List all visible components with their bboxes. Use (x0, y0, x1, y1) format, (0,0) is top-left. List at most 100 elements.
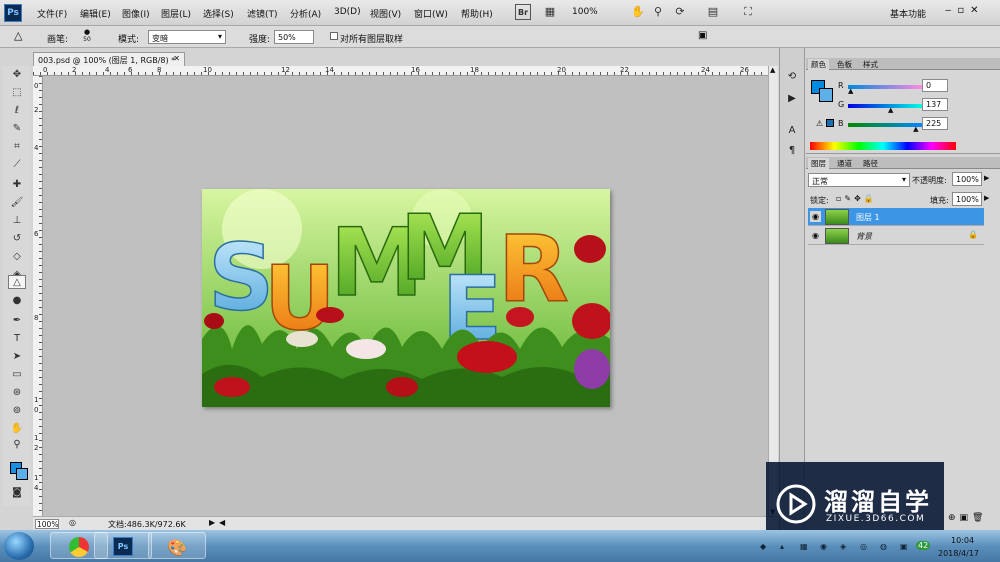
brush-tool-icon[interactable]: 🖌 (8, 196, 26, 210)
gamut-warning-icon[interactable]: ⚠ (816, 119, 823, 128)
b-slider[interactable]: ▲ (848, 123, 922, 133)
screen-mode-icon[interactable]: ⛶ (740, 4, 756, 20)
eyedropper-tool-icon[interactable]: ⟋ (8, 158, 26, 172)
shape-tool-icon[interactable]: ▭ (8, 368, 26, 382)
path-select-tool-icon[interactable]: ➤ (8, 350, 26, 364)
healing-brush-tool-icon[interactable]: ✚ (8, 178, 26, 192)
arrange-documents-icon[interactable]: ▤ (705, 4, 721, 20)
tab-layers[interactable]: 图层 (808, 158, 829, 169)
close-icon[interactable]: ✕ (173, 54, 180, 63)
color-spectrum-bar[interactable] (810, 142, 956, 150)
canvas-image[interactable]: S U M M E R (202, 189, 610, 407)
menu-analysis[interactable]: 分析(A) (290, 7, 321, 20)
taskbar-app-photoshop[interactable]: Ps (94, 532, 152, 559)
lock-options-icons[interactable]: ▫✎✥🔒 (836, 194, 877, 203)
tray-monitor-icon[interactable]: ▣ (900, 542, 908, 551)
tray-expand-icon[interactable]: ▴ (780, 542, 784, 551)
menu-file[interactable]: 文件(F) (37, 7, 67, 20)
menu-select[interactable]: 选择(S) (203, 7, 234, 20)
menu-window[interactable]: 窗口(W) (414, 7, 448, 20)
menu-filter[interactable]: 滤镜(T) (247, 7, 278, 20)
scroll-up-icon[interactable]: ▲ (770, 66, 775, 74)
menu-3d[interactable]: 3D(D) (334, 7, 361, 17)
clock-date[interactable]: 2018/4/17 (938, 549, 979, 558)
rotate-view-icon[interactable]: ⟳ (672, 4, 688, 20)
3d-orbit-tool-icon[interactable]: ⊚ (8, 404, 26, 418)
tray-security-icon[interactable]: ◉ (820, 542, 827, 551)
dodge-tool-icon[interactable]: ● (8, 294, 26, 308)
smudge-tool-preset-icon[interactable]: △ (14, 29, 22, 42)
r-field[interactable]: 0 (922, 79, 948, 92)
pen-tool-icon[interactable]: ✒ (8, 314, 26, 328)
bridge-icon[interactable]: Br (515, 4, 531, 20)
tab-styles[interactable]: 样式 (860, 59, 881, 70)
tray-network-icon[interactable]: ▦ (800, 542, 808, 551)
layer-row-layer1[interactable]: ◉ 图层 1 (808, 208, 984, 226)
3d-rotate-tool-icon[interactable]: ⊛ (8, 386, 26, 400)
brush-panel-icon[interactable]: ▣ (698, 30, 707, 41)
mode-select[interactable]: 变暗 ▾ (148, 30, 226, 44)
tab-paths[interactable]: 路径 (860, 158, 881, 169)
web-color-swatch[interactable] (826, 119, 834, 127)
document-tab[interactable]: 003.psd @ 100% (图层 1, RGB/8) * ✕ (33, 52, 185, 66)
b-slider-knob[interactable]: ▲ (913, 126, 918, 133)
scroll-left-icon[interactable]: ◀ (219, 518, 225, 527)
background-color-swatch[interactable] (16, 468, 28, 480)
menu-help[interactable]: 帮助(H) (461, 7, 493, 20)
tray-app-icon[interactable]: ◈ (840, 542, 846, 551)
eraser-tool-icon[interactable]: ◇ (8, 250, 26, 264)
status-menu-icon[interactable]: ◎ (69, 518, 76, 527)
paragraph-panel-icon[interactable]: ¶ (785, 144, 799, 158)
clock-time[interactable]: 10:04 (951, 536, 974, 545)
smudge-tool-icon[interactable]: △ (8, 275, 26, 289)
opacity-arrow-icon[interactable]: ▶ (984, 174, 989, 182)
zoom-field[interactable]: 100% (35, 519, 59, 529)
eye-icon[interactable]: ◉ (810, 211, 821, 222)
quick-mask-icon[interactable]: ◙ (8, 486, 26, 500)
character-panel-icon[interactable]: A (785, 124, 799, 138)
tray-app-icon[interactable]: ◎ (860, 542, 867, 551)
background-color-swatch[interactable] (819, 88, 833, 102)
fill-arrow-icon[interactable]: ▶ (984, 194, 989, 202)
menu-layer[interactable]: 图层(L) (161, 7, 191, 20)
eye-icon[interactable]: ◉ (810, 230, 821, 241)
g-slider[interactable]: ▲ (848, 104, 922, 114)
move-tool-icon[interactable]: ✥ (8, 68, 26, 82)
view-extras-icon[interactable]: ▦ (542, 4, 558, 20)
start-button[interactable] (4, 532, 34, 560)
tab-channels[interactable]: 通道 (834, 158, 855, 169)
blend-mode-select[interactable]: 正常 ▾ (808, 173, 910, 187)
actions-panel-icon[interactable]: ▶ (785, 92, 799, 106)
r-slider-knob[interactable]: ▲ (848, 88, 853, 95)
b-field[interactable]: 225 (922, 117, 948, 130)
tray-language-icon[interactable]: ◆ (760, 542, 766, 551)
opacity-field[interactable]: 100% (952, 172, 982, 186)
photoshop-logo[interactable]: Ps (4, 4, 22, 22)
marquee-tool-icon[interactable]: ⬚ (8, 86, 26, 100)
lasso-tool-icon[interactable]: ℓ (8, 104, 26, 118)
zoom-tool-icon[interactable]: ⚲ (8, 438, 26, 452)
fill-field[interactable]: 100% (952, 192, 982, 206)
tray-volume-icon[interactable]: ◍ (880, 542, 887, 551)
taskbar-app-paint[interactable]: 🎨 (148, 532, 206, 559)
tab-color[interactable]: 颜色 (808, 59, 829, 70)
zoom-level-select[interactable]: 100% (572, 7, 598, 17)
workspace-switcher[interactable]: 基本功能 (890, 7, 926, 20)
menu-edit[interactable]: 编辑(E) (80, 7, 111, 20)
tab-swatches[interactable]: 色板 (834, 59, 855, 70)
r-slider[interactable]: ▲ (848, 85, 922, 95)
zoom-tool-icon[interactable]: ⚲ (650, 4, 666, 20)
window-controls[interactable]: ‒▫✕ (945, 5, 985, 16)
hand-tool-icon[interactable]: ✋ (630, 4, 646, 20)
type-tool-icon[interactable]: T (8, 332, 26, 346)
tray-badge[interactable]: 42 (916, 541, 931, 550)
menu-image[interactable]: 图像(I) (122, 7, 150, 20)
vertical-scrollbar[interactable]: ▲ ▼ (768, 66, 778, 516)
brush-preview[interactable]: ● 50 (80, 28, 94, 46)
status-arrow-icon[interactable]: ▶ (209, 518, 215, 527)
quick-select-tool-icon[interactable]: ✎ (8, 122, 26, 136)
layer-row-background[interactable]: ◉ 背景 🔒 (808, 227, 984, 245)
g-slider-knob[interactable]: ▲ (888, 107, 893, 114)
strength-field[interactable]: 50% (274, 30, 314, 44)
layer-actions-icons[interactable]: ⊕▣🗑 (948, 513, 987, 523)
